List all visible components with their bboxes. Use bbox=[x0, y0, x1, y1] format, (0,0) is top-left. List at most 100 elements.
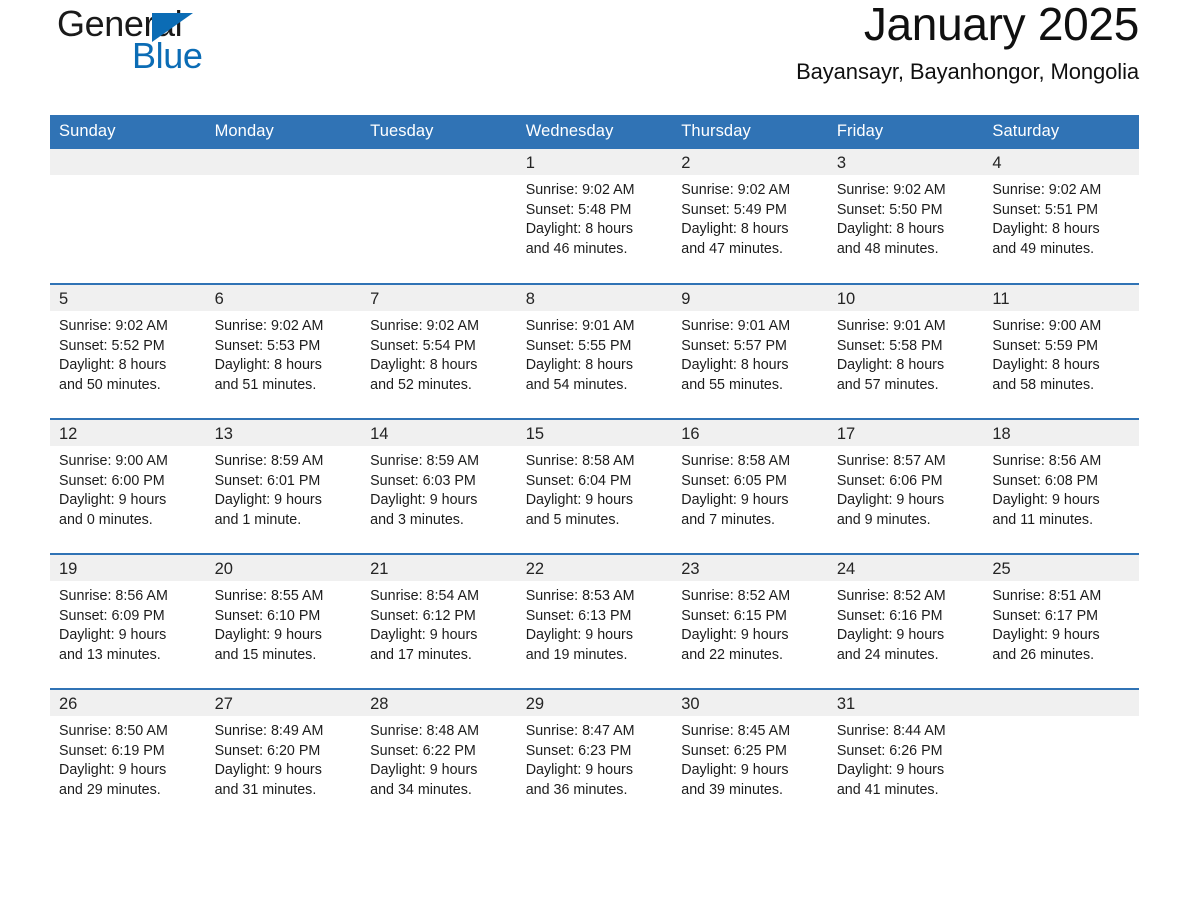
day-number: 20 bbox=[205, 555, 362, 581]
day-sun-info: Sunrise: 9:00 AM Sunset: 5:59 PM Daylight:… bbox=[983, 311, 1139, 395]
sunrise-text: Sunrise: 9:02 AM bbox=[214, 318, 324, 334]
calendar-day-cell[interactable]: 10 Sunrise: 9:01 AM Sunset: 5:58 PM Dayligh… bbox=[827, 283, 984, 419]
calendar-day-cell[interactable]: 2 Sunrise: 9:02 AM Sunset: 5:49 PM Daylight… bbox=[672, 149, 828, 284]
sunrise-text: Sunrise: 8:59 AM bbox=[370, 453, 479, 469]
sunset-text: Sunset: 5:55 PM bbox=[525, 337, 632, 354]
sunrise-text: Sunrise: 9:02 AM bbox=[992, 182, 1102, 198]
daylight-text-line1: Daylight: 9 hours bbox=[992, 492, 1100, 509]
calendar-day-cell[interactable]: 7 Sunrise: 9:02 AM Sunset: 5:54 PM Daylight… bbox=[361, 283, 517, 419]
logo-text-blue: Blue bbox=[132, 35, 203, 76]
day-sun-info: Sunrise: 8:49 AM Sunset: 6:20 PM Daylight:… bbox=[206, 716, 362, 800]
daylight-text-line1: Daylight: 9 hours bbox=[836, 627, 945, 644]
calendar-day-cell[interactable]: 16 Sunrise: 8:58 AM Sunset: 6:05 PM Dayligh… bbox=[672, 418, 828, 554]
day-number: 21 bbox=[361, 555, 517, 581]
sunrise-text: Sunrise: 9:02 AM bbox=[370, 318, 479, 334]
title-block: January 2025 Bayansayr, Bayanhongor, Mon… bbox=[796, 0, 1139, 84]
daylight-text-line1: Daylight: 9 hours bbox=[681, 492, 789, 509]
calendar-day-cell[interactable]: 30 Sunrise: 8:45 AM Sunset: 6:25 PM Dayligh… bbox=[672, 688, 828, 824]
calendar-day-cell[interactable]: 1 Sunrise: 9:02 AM Sunset: 5:48 PM Daylight… bbox=[516, 149, 673, 284]
day-sun-info: Sunrise: 8:45 AM Sunset: 6:25 PM Daylight:… bbox=[672, 716, 828, 800]
daylight-text-line2: and 58 minutes. bbox=[992, 376, 1095, 393]
day-number: 15 bbox=[516, 420, 673, 446]
calendar-day-cell[interactable]: 19 Sunrise: 8:56 AM Sunset: 6:09 PM Dayligh… bbox=[50, 553, 206, 689]
calendar-day-cell[interactable]: 26 Sunrise: 8:50 AM Sunset: 6:19 PM Dayligh… bbox=[50, 688, 206, 824]
calendar-week-row: 12 Sunrise: 9:00 AM Sunset: 6:00 PM Dayligh… bbox=[50, 418, 1139, 554]
calendar-day-cell[interactable]: 3 Sunrise: 9:02 AM Sunset: 5:50 PM Daylight… bbox=[827, 149, 984, 284]
daylight-text-line1: Daylight: 8 hours bbox=[525, 221, 633, 238]
calendar-day-cell[interactable]: 29 Sunrise: 8:47 AM Sunset: 6:23 PM Dayligh… bbox=[516, 688, 673, 824]
sunrise-text: Sunrise: 9:00 AM bbox=[992, 318, 1102, 334]
sunrise-text: Sunrise: 8:56 AM bbox=[992, 453, 1102, 469]
daylight-text-line2: and 36 minutes. bbox=[525, 781, 628, 798]
day-number bbox=[50, 149, 206, 175]
daylight-text-line2: and 5 minutes. bbox=[525, 511, 620, 528]
calendar-day-cell-empty bbox=[50, 149, 206, 284]
calendar-day-cell[interactable]: 24 Sunrise: 8:52 AM Sunset: 6:16 PM Dayligh… bbox=[827, 553, 984, 689]
day-sun-info: Sunrise: 9:02 AM Sunset: 5:48 PM Daylight:… bbox=[517, 175, 673, 259]
daylight-text-line1: Daylight: 8 hours bbox=[992, 357, 1100, 374]
day-number: 31 bbox=[827, 690, 984, 716]
calendar-day-cell[interactable]: 9 Sunrise: 9:01 AM Sunset: 5:57 PM Daylight… bbox=[672, 283, 828, 419]
daylight-text-line1: Daylight: 8 hours bbox=[214, 357, 322, 374]
sunset-text: Sunset: 6:20 PM bbox=[214, 742, 321, 759]
day-number: 24 bbox=[827, 555, 984, 581]
day-number: 30 bbox=[672, 690, 828, 716]
sunrise-text: Sunrise: 9:00 AM bbox=[59, 453, 168, 469]
day-sun-info: Sunrise: 9:02 AM Sunset: 5:49 PM Daylight:… bbox=[672, 175, 828, 259]
sunrise-text: Sunrise: 9:02 AM bbox=[836, 182, 946, 198]
sunrise-text: Sunrise: 9:02 AM bbox=[681, 182, 791, 198]
daylight-text-line1: Daylight: 9 hours bbox=[836, 492, 945, 509]
day-number: 5 bbox=[50, 285, 206, 311]
day-sun-info: Sunrise: 9:01 AM Sunset: 5:58 PM Daylight:… bbox=[828, 311, 984, 395]
calendar-day-cell[interactable]: 12 Sunrise: 9:00 AM Sunset: 6:00 PM Dayligh… bbox=[50, 418, 206, 554]
calendar-day-cell[interactable]: 31 Sunrise: 8:44 AM Sunset: 6:26 PM Dayligh… bbox=[827, 688, 984, 824]
calendar-day-cell[interactable]: 27 Sunrise: 8:49 AM Sunset: 6:20 PM Dayligh… bbox=[205, 688, 362, 824]
day-sun-info: Sunrise: 8:53 AM Sunset: 6:13 PM Daylight:… bbox=[517, 581, 673, 665]
sunset-text: Sunset: 5:57 PM bbox=[681, 337, 787, 354]
sunrise-text: Sunrise: 8:52 AM bbox=[681, 588, 791, 604]
calendar-day-cell-empty bbox=[361, 149, 517, 284]
calendar-day-cell[interactable]: 23 Sunrise: 8:52 AM Sunset: 6:15 PM Dayligh… bbox=[672, 553, 828, 689]
calendar-day-cell-empty bbox=[983, 688, 1139, 824]
daylight-text-line1: Daylight: 9 hours bbox=[214, 627, 322, 644]
sunset-text: Sunset: 5:53 PM bbox=[214, 337, 321, 354]
calendar-day-cell[interactable]: 21 Sunrise: 8:54 AM Sunset: 6:12 PM Dayligh… bbox=[361, 553, 517, 689]
calendar-day-cell[interactable]: 8 Sunrise: 9:01 AM Sunset: 5:55 PM Daylight… bbox=[516, 283, 673, 419]
daylight-text-line1: Daylight: 8 hours bbox=[525, 357, 633, 374]
calendar-page: General Blue January 2025 Bayansayr, Bay… bbox=[0, 0, 1188, 918]
daylight-text-line1: Daylight: 8 hours bbox=[992, 221, 1100, 238]
calendar-day-cell[interactable]: 4 Sunrise: 9:02 AM Sunset: 5:51 PM Daylight… bbox=[983, 149, 1139, 284]
daylight-text-line1: Daylight: 8 hours bbox=[836, 357, 945, 374]
calendar-day-cell[interactable]: 20 Sunrise: 8:55 AM Sunset: 6:10 PM Dayligh… bbox=[205, 553, 362, 689]
weekday-header-sunday: Sunday bbox=[50, 115, 206, 149]
calendar-day-cell[interactable]: 5 Sunrise: 9:02 AM Sunset: 5:52 PM Daylight… bbox=[50, 283, 206, 419]
daylight-text-line1: Daylight: 9 hours bbox=[214, 762, 322, 779]
calendar-day-cell[interactable]: 14 Sunrise: 8:59 AM Sunset: 6:03 PM Dayligh… bbox=[361, 418, 517, 554]
day-sun-info: Sunrise: 8:55 AM Sunset: 6:10 PM Daylight:… bbox=[206, 581, 362, 665]
calendar-day-cell[interactable]: 22 Sunrise: 8:53 AM Sunset: 6:13 PM Dayligh… bbox=[516, 553, 673, 689]
weekday-header-tuesday: Tuesday bbox=[361, 115, 517, 149]
day-sun-info: Sunrise: 8:44 AM Sunset: 6:26 PM Daylight:… bbox=[828, 716, 984, 800]
daylight-text-line1: Daylight: 9 hours bbox=[525, 762, 633, 779]
calendar-day-cell[interactable]: 6 Sunrise: 9:02 AM Sunset: 5:53 PM Daylight… bbox=[205, 283, 362, 419]
daylight-text-line1: Daylight: 9 hours bbox=[59, 492, 167, 509]
calendar-day-cell[interactable]: 18 Sunrise: 8:56 AM Sunset: 6:08 PM Dayligh… bbox=[983, 418, 1139, 554]
sunrise-text: Sunrise: 8:57 AM bbox=[836, 453, 946, 469]
sunrise-text: Sunrise: 8:44 AM bbox=[836, 723, 946, 739]
calendar-day-cell[interactable]: 25 Sunrise: 8:51 AM Sunset: 6:17 PM Dayligh… bbox=[983, 553, 1139, 689]
daylight-text-line2: and 34 minutes. bbox=[370, 781, 472, 798]
day-number: 6 bbox=[205, 285, 362, 311]
daylight-text-line2: and 47 minutes. bbox=[681, 240, 783, 257]
daylight-text-line2: and 17 minutes. bbox=[370, 646, 472, 663]
calendar-day-cell[interactable]: 13 Sunrise: 8:59 AM Sunset: 6:01 PM Dayligh… bbox=[205, 418, 362, 554]
calendar-day-cell[interactable]: 28 Sunrise: 8:48 AM Sunset: 6:22 PM Dayligh… bbox=[361, 688, 517, 824]
sunset-text: Sunset: 5:58 PM bbox=[836, 337, 943, 354]
sunset-text: Sunset: 6:06 PM bbox=[836, 472, 943, 489]
day-number: 13 bbox=[205, 420, 362, 446]
sunrise-text: Sunrise: 9:01 AM bbox=[836, 318, 946, 334]
calendar-day-cell[interactable]: 15 Sunrise: 8:58 AM Sunset: 6:04 PM Dayligh… bbox=[516, 418, 673, 554]
calendar-day-cell[interactable]: 17 Sunrise: 8:57 AM Sunset: 6:06 PM Dayligh… bbox=[827, 418, 984, 554]
day-number: 8 bbox=[516, 285, 673, 311]
calendar-day-cell[interactable]: 11 Sunrise: 9:00 AM Sunset: 5:59 PM Dayligh… bbox=[983, 283, 1139, 419]
sunrise-text: Sunrise: 9:01 AM bbox=[525, 318, 635, 334]
